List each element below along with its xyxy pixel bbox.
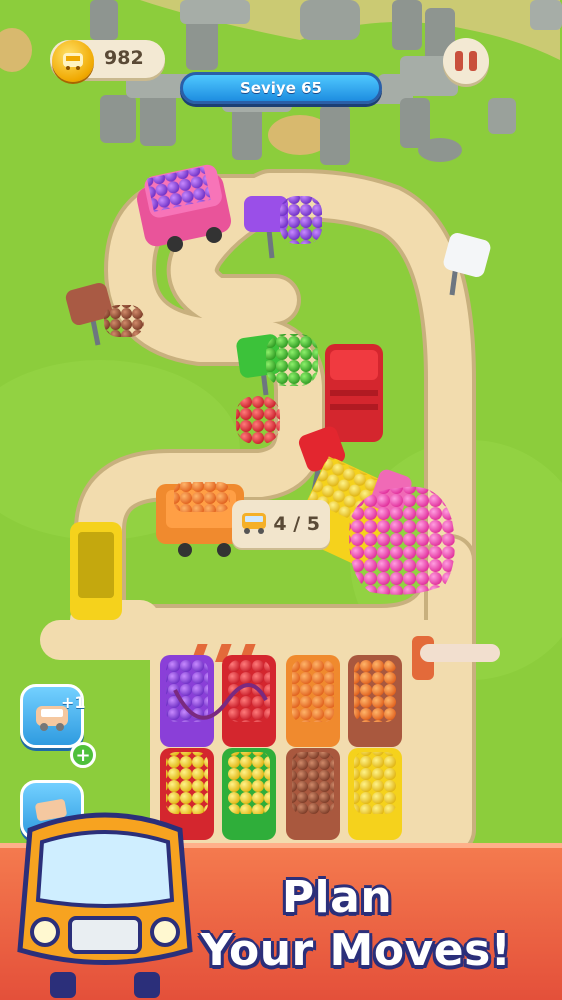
level-label: Seviye 65 [240,79,322,97]
capacity-indicator: 4 / 5 [232,500,330,548]
red-ball-pile [236,396,280,444]
plus-one-label: +1 [61,693,86,712]
red-bus [325,344,383,442]
parked-truck-red [222,655,276,747]
parked-truck-purple [160,655,214,747]
pause-button[interactable] [443,38,489,84]
coin-count: 982 [104,47,144,69]
add-plus-badge[interactable]: + [70,742,96,768]
tagline-line1: Plan [281,872,393,923]
parked-truck-brown-2 [286,748,340,840]
bus-coin-icon [52,40,94,82]
bus-icon [242,513,266,534]
tagline-line2: Your Moves! [200,925,512,976]
taxi-mascot [17,812,193,998]
parked-truck-orange [286,655,340,747]
parked-truck-green [222,748,276,840]
add-vehicle-button[interactable]: +1 [20,684,86,748]
parked-truck-yellow [348,748,402,840]
capacity-text: 4 / 5 [273,513,320,535]
level-indicator: Seviye 65 [180,72,382,104]
parked-truck-brown [348,655,402,747]
pause-icon [452,51,480,71]
yellow-van [70,522,122,620]
